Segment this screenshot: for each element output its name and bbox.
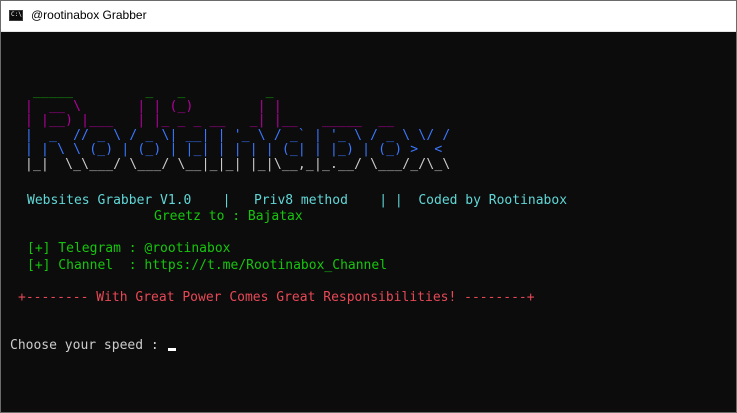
telegram-line: [+] Telegram : @rootinabox — [27, 241, 231, 256]
banner-line: | |__) |___ | |_ _ _ __ _| |__ _____ __ — [25, 113, 395, 128]
banner-line: | | \ \ (_) | (_) | |_| | | | | (_| | |_… — [25, 142, 443, 157]
text-cursor — [167, 348, 176, 351]
ascii-banner: _____ _ _ _ | __ \ | | (_) | | | |__) |___… — [25, 84, 451, 172]
banner-line: | _ // _ \ / _ \| __| | '_ \ / _` | '_ \… — [25, 127, 451, 143]
banner-line: | __ \ | | (_) | | — [25, 98, 282, 114]
greetz-line: Greetz to : Bajatax — [154, 209, 303, 224]
channel-line: [+] Channel : https://t.me/Rootinabox_Ch… — [27, 258, 388, 273]
motto-line: +-------- With Great Power Comes Great R… — [18, 290, 535, 305]
window-title: @rootinabox Grabber — [31, 8, 147, 22]
console-output[interactable]: _____ _ _ _ | __ \ | | (_) | | | |__) |___… — [1, 32, 736, 412]
speed-prompt[interactable]: Choose your speed : — [10, 338, 176, 354]
console-app-icon-label: C:\. — [11, 11, 26, 18]
console-app-icon: C:\. — [9, 10, 26, 21]
console-window: C:\. @rootinabox Grabber _____ _ _ _ | __… — [0, 0, 737, 413]
info-line: Websites Grabber V1.0 | Priv8 method | |… — [27, 193, 568, 208]
title-bar[interactable]: C:\. @rootinabox Grabber — [1, 1, 736, 32]
banner-line: |_| \_\___/ \___/ \__|_|_| |_|\__,_|_.__… — [25, 156, 451, 172]
banner-line: _____ _ _ _ — [25, 84, 274, 99]
prompt-label: Choose your speed : — [10, 338, 167, 353]
